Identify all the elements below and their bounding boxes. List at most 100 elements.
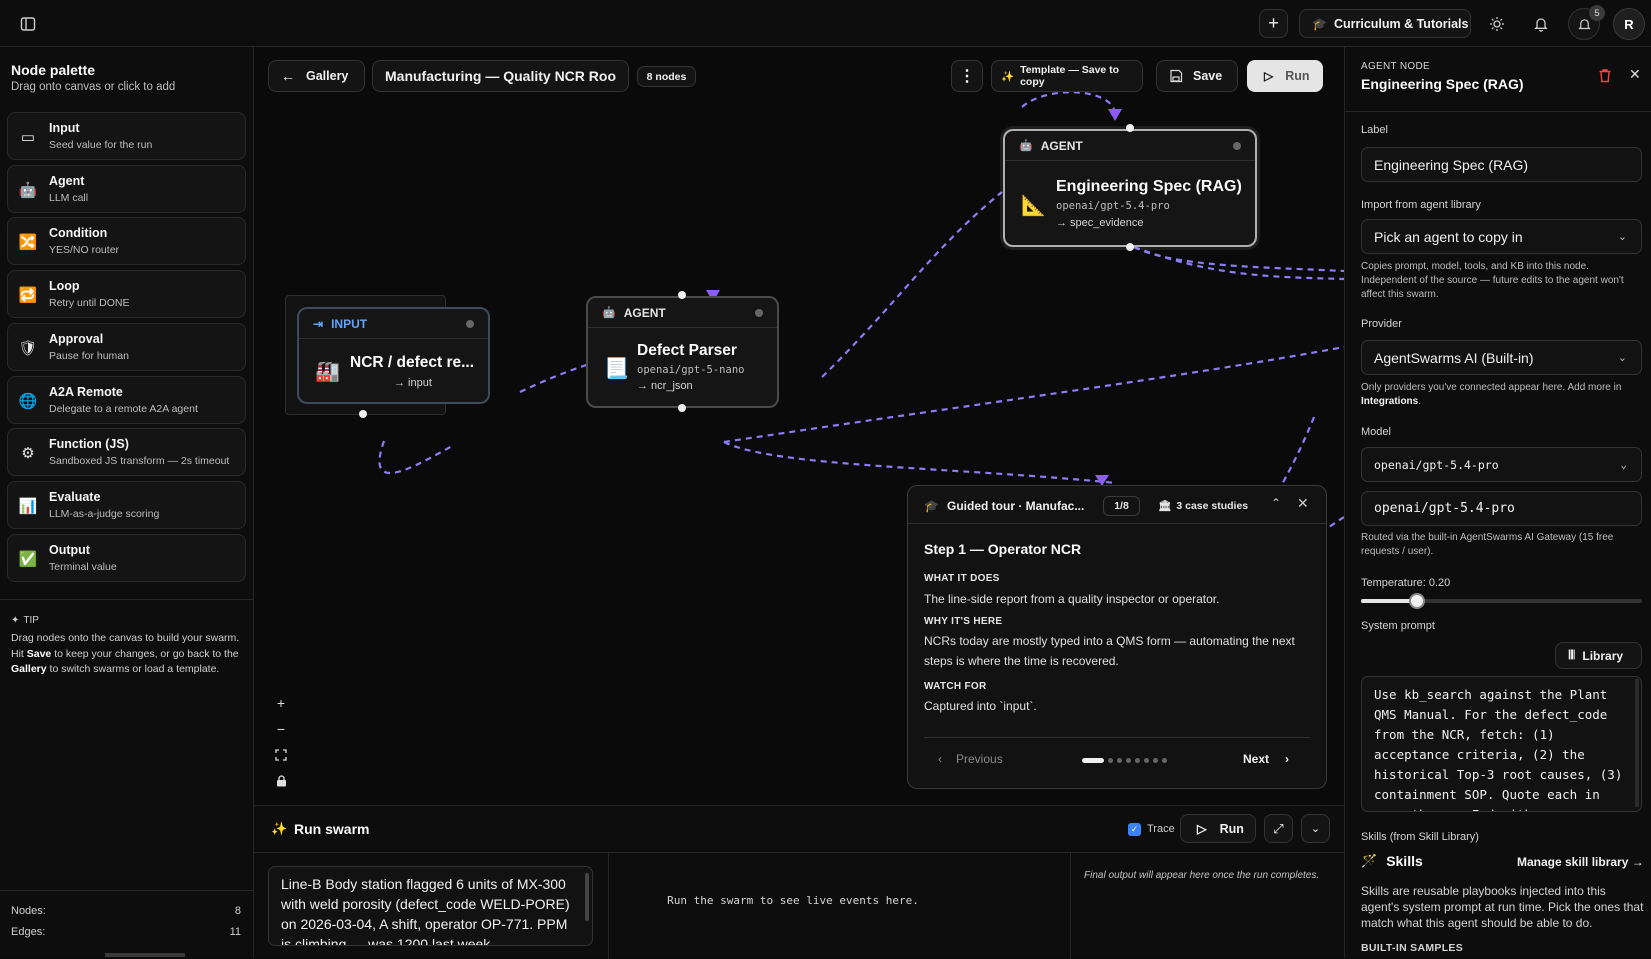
run-input-text: Line-B Body station flagged 6 units of M… xyxy=(281,876,570,946)
palette-item-desc: Sandboxed JS transform — 2s timeout xyxy=(49,455,230,468)
lock-button[interactable] xyxy=(268,769,294,793)
collapse-panel-button[interactable]: ⌄ xyxy=(1301,814,1330,843)
save-label: Save xyxy=(1193,69,1223,83)
palette-item-condition[interactable]: 🔀 Condition YES/NO router xyxy=(7,217,246,266)
palette-item-approval[interactable]: 🛡 Approval Pause for human xyxy=(7,322,246,371)
palette-item-input[interactable]: ▭ Input Seed value for the run xyxy=(7,112,246,160)
avatar[interactable]: R xyxy=(1613,8,1645,40)
arrow-left-icon: ← xyxy=(281,68,295,84)
run-panel-run-button[interactable]: ▷ Run xyxy=(1180,814,1256,843)
library-icon: 𝄃𝄃 xyxy=(1569,648,1575,662)
triangle-ruler-icon: 📐 xyxy=(1021,195,1046,217)
trace-checkbox[interactable]: ✓ xyxy=(1128,823,1141,836)
input-node[interactable]: ⇥ INPUT 🏭 NCR / defect re... → input xyxy=(297,307,490,404)
palette-item-label: A2A Remote xyxy=(49,384,123,399)
what-it-does-label: WHAT IT DOES xyxy=(924,573,1000,584)
next-button[interactable]: Next › xyxy=(1243,752,1289,766)
palette-item-function-js[interactable]: ⚙ Function (JS) Sandboxed JS transform — 2… xyxy=(7,428,246,477)
template-save-copy-button[interactable]: ✨ Template — Save to copy xyxy=(991,60,1143,92)
palette-item-a2a-remote[interactable]: 🌐 A2A Remote Delegate to a remote A2A agen… xyxy=(7,375,246,424)
palette-item-loop[interactable]: 🔁 Loop Retry until DONE xyxy=(7,270,246,319)
palette-title: Node palette xyxy=(11,62,96,78)
provider-value: AgentSwarms AI (Built-in) xyxy=(1374,349,1534,366)
palette-item-desc: LLM-as-a-judge scoring xyxy=(49,507,160,520)
edge-input-self xyxy=(378,440,455,474)
zoom-in-button[interactable]: + xyxy=(268,691,294,715)
graduation-cap-icon: 🎓 xyxy=(924,499,939,513)
top-bar: + 🎓 Curriculum & Tutorials 5 R xyxy=(0,0,1651,47)
expand-button[interactable]: ⤢ xyxy=(1264,814,1293,843)
edges-label: Edges: xyxy=(11,926,46,938)
close-button[interactable]: ✕ xyxy=(1297,495,1309,512)
tour-title: Guided tour · Manufac... xyxy=(947,499,1085,513)
import-agent-select[interactable]: Pick an agent to copy in ⌄ xyxy=(1361,219,1642,254)
model-input[interactable]: openai/gpt-5.4-pro xyxy=(1361,491,1642,526)
import-help: Copies prompt, model, tools, and KB into… xyxy=(1361,261,1624,300)
provider-label: Provider xyxy=(1361,318,1402,330)
workflow-title[interactable]: Manufacturing — Quality NCR Roo xyxy=(372,60,629,92)
integrations-link[interactable]: Integrations xyxy=(1361,396,1418,407)
palette-item-label: Loop xyxy=(49,279,80,294)
case-studies-button[interactable]: 🏛 3 case studies xyxy=(1158,499,1248,513)
document-icon: 📃 xyxy=(604,358,629,380)
defect-parser-node[interactable]: 🤖 AGENT 📃 Defect Parser openai/gpt-5-nan… xyxy=(586,296,779,408)
nodes-count-badge: 8 nodes xyxy=(637,66,696,87)
gallery-button[interactable]: ← Gallery xyxy=(268,60,365,92)
theme-toggle-icon[interactable] xyxy=(1486,13,1508,35)
run-button[interactable]: ▷ Run xyxy=(1247,60,1323,92)
zoom-out-button[interactable]: − xyxy=(268,717,294,741)
palette-item-desc: Delegate to a remote A2A agent xyxy=(49,402,198,415)
bell-icon[interactable] xyxy=(1530,13,1552,35)
palette-item-evaluate[interactable]: 📊 Evaluate LLM-as-a-judge scoring xyxy=(7,480,246,529)
system-prompt-label: System prompt xyxy=(1361,620,1435,632)
events-placeholder: Run the swarm to see live events here. xyxy=(667,894,919,907)
collapse-button[interactable]: ⌃ xyxy=(1271,496,1281,510)
temperature-slider-thumb[interactable] xyxy=(1409,593,1425,609)
palette-item-label: Approval xyxy=(49,331,104,346)
palette-item-output[interactable]: ✅ Output Terminal value xyxy=(7,533,246,582)
edge-parser-spec xyxy=(821,191,1003,378)
output-handle[interactable] xyxy=(678,404,686,412)
model-select[interactable]: openai/gpt-5.4-pro ⌄ xyxy=(1361,447,1642,482)
node-type-label: AGENT xyxy=(623,305,666,320)
save-button[interactable]: Save xyxy=(1156,60,1238,92)
palette-scrollbar[interactable] xyxy=(105,953,185,957)
tour-step-title: Step 1 — Operator NCR xyxy=(924,541,1082,557)
provider-select[interactable]: AgentSwarms AI (Built-in) ⌄ xyxy=(1361,340,1642,375)
temperature-slider[interactable] xyxy=(1361,593,1642,609)
textarea-scrollbar[interactable] xyxy=(1635,679,1639,807)
textarea-scrollbar[interactable] xyxy=(585,873,589,921)
output-handle[interactable] xyxy=(1126,243,1134,251)
why-its-here-label: WHY IT'S HERE xyxy=(924,616,1003,627)
bar-chart-icon: 📊 xyxy=(18,497,38,515)
fit-view-button[interactable] xyxy=(268,743,294,767)
chevron-down-icon: ⌄ xyxy=(1617,352,1627,364)
new-button[interactable]: + xyxy=(1259,9,1288,38)
sidebar-toggle-icon[interactable] xyxy=(18,14,38,34)
palette-item-desc: Pause for human xyxy=(49,349,129,362)
library-button[interactable]: 𝄃𝄃 Library xyxy=(1555,642,1642,669)
input-handle[interactable] xyxy=(678,291,686,299)
edge-spec-right-1 xyxy=(1133,246,1344,273)
node-title: NCR / defect re... xyxy=(350,354,475,371)
output-placeholder: Final output will appear here once the r… xyxy=(1084,870,1320,881)
fit-view-icon xyxy=(275,749,287,761)
run-input-textarea[interactable]: Line-B Body station flagged 6 units of M… xyxy=(268,866,593,946)
edge-top-spec xyxy=(1021,91,1116,110)
progress-dot xyxy=(1108,758,1113,763)
more-options-button[interactable]: ⋮ xyxy=(951,60,983,92)
system-prompt-textarea[interactable]: Use kb_search against the Plant QMS Manu… xyxy=(1361,676,1642,812)
output-handle[interactable] xyxy=(359,410,367,418)
run-panel-title: Run swarm xyxy=(294,821,370,837)
trash-icon[interactable] xyxy=(1598,68,1612,86)
close-icon[interactable]: ✕ xyxy=(1629,66,1641,83)
run-label: Run xyxy=(1285,69,1310,83)
previous-button[interactable]: ‹ Previous xyxy=(938,752,1003,766)
input-handle[interactable] xyxy=(1126,124,1134,132)
label-input[interactable]: Engineering Spec (RAG) xyxy=(1361,147,1642,182)
palette-item-agent[interactable]: 🤖 Agent LLM call xyxy=(7,164,246,213)
engineering-spec-node[interactable]: 🤖 AGENT 📐 Engineering Spec (RAG) openai/… xyxy=(1003,129,1257,247)
curriculum-button[interactable]: 🎓 Curriculum & Tutorials xyxy=(1299,9,1471,38)
palette-item-desc: YES/NO router xyxy=(49,244,120,257)
manage-skills-link[interactable]: Manage skill library → xyxy=(1517,855,1644,869)
